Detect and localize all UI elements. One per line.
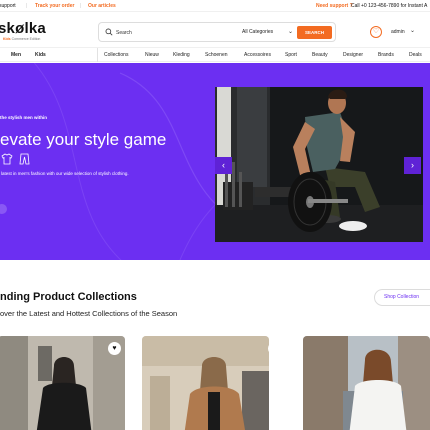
track-order-link[interactable]: Track your order xyxy=(35,3,74,9)
shop-collection-button[interactable]: Shop Collection xyxy=(374,289,430,306)
nav-nieuw[interactable]: Nieuw xyxy=(145,52,159,58)
nav-designer[interactable]: Designer xyxy=(343,52,363,58)
hero-title: evate your style game xyxy=(0,130,167,149)
articles-link[interactable]: Our articles xyxy=(88,3,116,9)
collection-card-2[interactable]: ♥ xyxy=(142,336,269,430)
top-bar: support | Track your order | Our article… xyxy=(0,0,430,12)
logo[interactable]: skølka xyxy=(0,20,46,37)
search-icon xyxy=(105,28,113,36)
collection-card-3[interactable] xyxy=(303,336,430,430)
next-slide-button[interactable]: › xyxy=(404,157,421,174)
need-support-label: Need support ? xyxy=(316,3,353,9)
page: support | Track your order | Our article… xyxy=(0,0,430,430)
hero-banner: the stylish men within evate your style … xyxy=(0,63,430,260)
prev-slide-button[interactable]: ‹ xyxy=(215,157,232,174)
logo-tagline: Kids Commerce Edition xyxy=(3,37,41,41)
clothing-icons xyxy=(1,153,30,165)
nav-sport[interactable]: Sport xyxy=(285,52,297,58)
category-select[interactable]: All Categories xyxy=(242,29,273,35)
trending-title: nding Product Collections xyxy=(0,291,137,303)
hero-tagline: the stylish men within xyxy=(0,115,48,120)
wishlist-heart-icon[interactable]: ♡ xyxy=(370,26,382,38)
nav-accessoires[interactable]: Accessoires xyxy=(244,52,271,58)
nav-kids[interactable]: Kids xyxy=(35,52,46,58)
nav-deals[interactable]: Deals xyxy=(409,52,422,58)
search-button[interactable]: SEARCH xyxy=(297,26,332,39)
search-bar: All Categories ⌄ SEARCH xyxy=(98,22,336,42)
nav-brands[interactable]: Brands xyxy=(378,52,394,58)
nav-men[interactable]: Men xyxy=(11,52,21,58)
collection-image-1 xyxy=(0,336,125,430)
hero-subtitle: latest in men's fashion with our wide se… xyxy=(1,171,129,176)
heart-icon[interactable]: ♥ xyxy=(108,342,121,355)
support-link[interactable]: support xyxy=(0,3,16,9)
call-label[interactable]: Call +0 123-456-7890 for Instant A xyxy=(351,3,427,9)
trending-subtitle: over the Latest and Hottest Collections … xyxy=(0,309,178,318)
nav-collections[interactable]: Collections xyxy=(104,52,128,58)
nav-kleding[interactable]: Kleding xyxy=(173,52,190,58)
collection-card-1[interactable]: ♥ xyxy=(0,336,125,430)
main-nav: Men Kids Collections Nieuw Kleding Schoe… xyxy=(0,47,430,62)
collection-image-2 xyxy=(142,336,269,430)
hero-image xyxy=(215,87,423,242)
chevron-down-icon: ⌄ xyxy=(410,28,416,34)
chevron-down-icon: ⌄ xyxy=(288,29,294,35)
nav-beauty[interactable]: Beauty xyxy=(312,52,328,58)
account-menu[interactable]: admin xyxy=(391,29,405,35)
search-input[interactable] xyxy=(116,26,236,39)
nav-schoenen[interactable]: Schoenen xyxy=(205,52,228,58)
collection-image-3 xyxy=(303,336,430,430)
